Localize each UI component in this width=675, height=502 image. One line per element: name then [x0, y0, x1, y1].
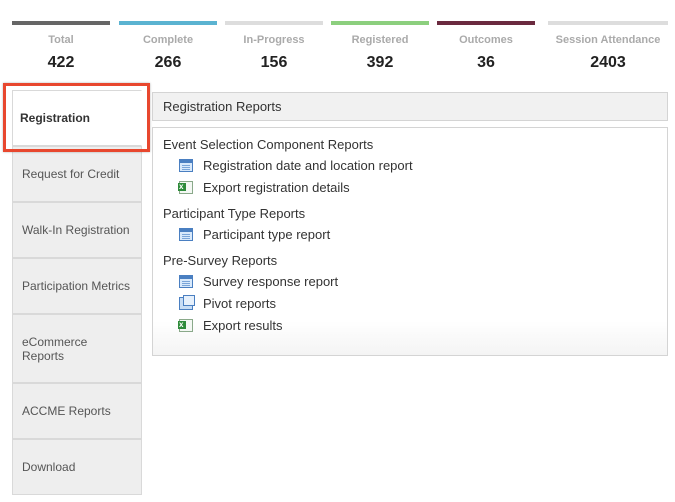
stat-value: 36: [477, 54, 495, 71]
excel-icon: [178, 181, 193, 194]
tab-participation-metrics[interactable]: Participation Metrics: [12, 258, 142, 314]
tab-label: Request for Credit: [22, 167, 120, 181]
report-icon: [179, 228, 193, 241]
tab-request-for-credit[interactable]: Request for Credit: [12, 146, 142, 202]
stat-label: Total: [48, 34, 74, 46]
panel-body: Event Selection Component Reports Regist…: [152, 127, 668, 356]
report-link[interactable]: Survey response report: [179, 274, 338, 289]
stat-complete[interactable]: Complete 266: [119, 21, 217, 72]
report-link[interactable]: Pivot reports: [179, 295, 276, 311]
stat-bar: [119, 21, 217, 25]
report-link[interactable]: Export results: [178, 318, 282, 333]
excel-icon: [178, 319, 193, 332]
group-title: Event Selection Component Reports: [163, 137, 374, 152]
group-title: Participant Type Reports: [163, 206, 306, 221]
panel-header: Registration Reports: [152, 92, 668, 121]
stat-bar: [12, 21, 110, 25]
stats-bar: Total 422 Complete 266 In-Progress 156 R…: [0, 0, 675, 80]
stat-label: Session Attendance: [555, 34, 661, 46]
tab-label: Walk-In Registration: [22, 223, 130, 237]
tab-label: Participation Metrics: [22, 279, 131, 293]
stat-value: 2403: [590, 54, 626, 71]
tab-download[interactable]: Download: [12, 439, 142, 495]
report-link-label[interactable]: Survey response report: [203, 274, 338, 289]
stat-label: Complete: [142, 34, 194, 46]
report-link-label[interactable]: Registration date and location report: [203, 158, 413, 173]
stat-session-attendance[interactable]: Session Attendance 2403: [548, 21, 668, 72]
stat-in-progress[interactable]: In-Progress 156: [225, 21, 323, 72]
report-icon: [179, 159, 193, 172]
stat-label: Outcomes: [459, 34, 513, 46]
active-tab-highlight: [3, 83, 150, 152]
stat-bar: [225, 21, 323, 25]
report-link[interactable]: Registration date and location report: [179, 158, 413, 173]
tab-ecommerce-reports[interactable]: eCommerce Reports: [12, 314, 142, 383]
tab-label: eCommerce Reports: [22, 334, 88, 363]
stat-value: 266: [154, 54, 182, 71]
report-link-label[interactable]: Pivot reports: [203, 296, 276, 311]
stat-outcomes[interactable]: Outcomes 36: [437, 21, 535, 72]
stat-value: 422: [47, 54, 75, 71]
tab-label: Download: [22, 460, 76, 474]
stat-bar: [548, 21, 668, 25]
stat-label: Registered: [351, 34, 409, 46]
report-link[interactable]: Participant type report: [179, 227, 330, 242]
stat-bar: [331, 21, 429, 25]
tab-accme-reports[interactable]: ACCME Reports: [12, 383, 142, 439]
stat-label: In-Progress: [243, 34, 305, 46]
pivot-icon: [179, 295, 195, 310]
report-link-label[interactable]: Export results: [203, 318, 282, 333]
stat-value: 156: [260, 54, 288, 71]
group-title: Pre-Survey Reports: [163, 253, 278, 268]
report-icon: [179, 275, 193, 288]
tab-label: ACCME Reports: [22, 404, 111, 418]
stat-registered[interactable]: Registered 392: [331, 21, 429, 72]
stat-total[interactable]: Total 422: [12, 21, 110, 72]
stat-bar: [437, 21, 535, 25]
stat-value: 392: [366, 54, 394, 71]
panel-title: Registration Reports: [163, 99, 282, 114]
report-link[interactable]: Export registration details: [178, 180, 350, 195]
report-link-label[interactable]: Export registration details: [203, 180, 350, 195]
report-link-label[interactable]: Participant type report: [203, 227, 330, 242]
tab-walk-in-registration[interactable]: Walk-In Registration: [12, 202, 142, 258]
